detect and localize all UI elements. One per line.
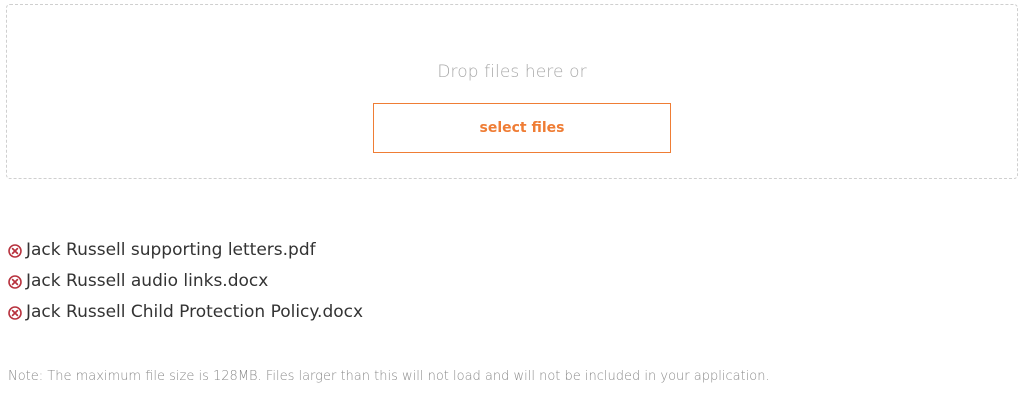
- uploaded-file-list: Jack Russell supporting letters.pdf Jack…: [8, 234, 363, 327]
- file-name: Jack Russell supporting letters.pdf: [26, 239, 316, 260]
- file-name: Jack Russell audio links.docx: [26, 270, 269, 291]
- file-name: Jack Russell Child Protection Policy.doc…: [26, 301, 364, 322]
- file-size-note: Note: The maximum file size is 128MB. Fi…: [8, 369, 770, 384]
- select-files-button[interactable]: select files: [373, 103, 671, 153]
- drop-files-text: Drop files here or: [437, 62, 587, 82]
- file-item: Jack Russell audio links.docx: [8, 265, 363, 296]
- file-drop-zone[interactable]: Drop files here or select files: [6, 4, 1018, 179]
- file-item: Jack Russell supporting letters.pdf: [8, 234, 363, 265]
- remove-file-icon[interactable]: [8, 274, 22, 289]
- remove-file-icon[interactable]: [8, 243, 22, 258]
- remove-file-icon[interactable]: [8, 305, 22, 320]
- file-item: Jack Russell Child Protection Policy.doc…: [8, 296, 363, 327]
